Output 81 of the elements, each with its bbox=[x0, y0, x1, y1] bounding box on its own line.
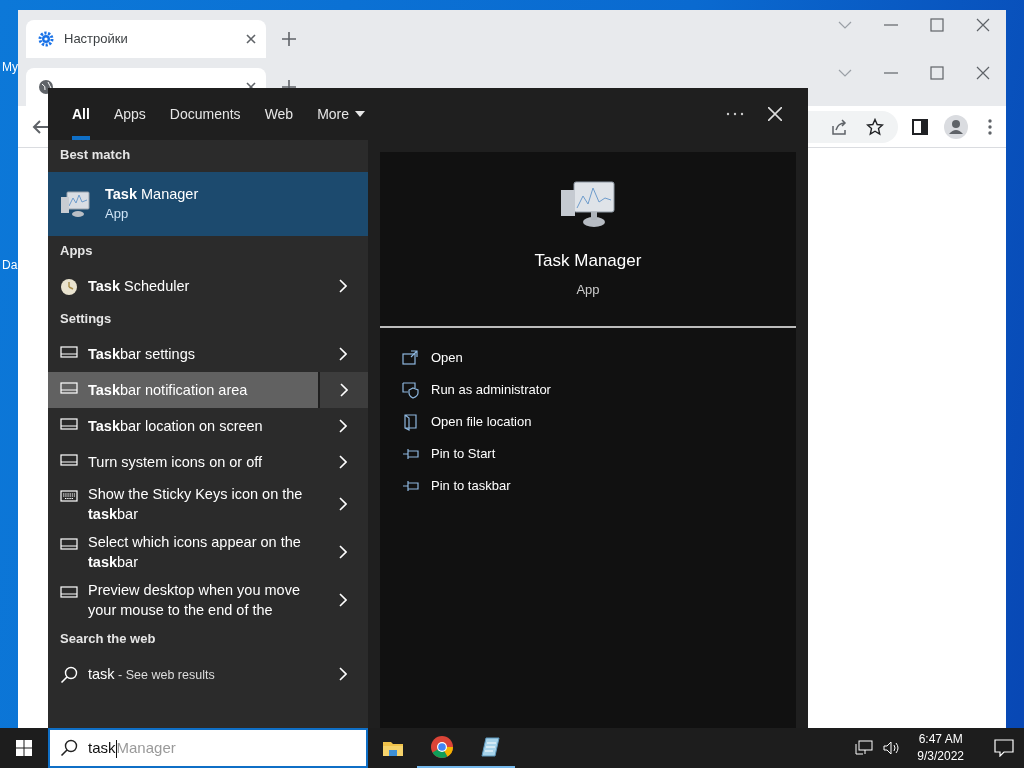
action-item[interactable]: Open bbox=[380, 342, 485, 374]
result-item[interactable]: Taskbar settings bbox=[48, 336, 368, 372]
section-heading: Settings bbox=[59, 309, 113, 328]
display-icon bbox=[60, 538, 78, 550]
display-icon bbox=[60, 586, 78, 598]
filter-tab[interactable]: Web bbox=[252, 88, 306, 140]
action-item[interactable]: Pin to Start bbox=[380, 438, 518, 470]
chevron-right-icon[interactable] bbox=[339, 545, 347, 559]
action-item[interactable]: Run as administrator bbox=[380, 374, 573, 406]
open-icon bbox=[402, 349, 419, 367]
close-icon[interactable] bbox=[246, 34, 256, 44]
result-title: Taskbar settings bbox=[88, 345, 195, 364]
share-icon[interactable] bbox=[830, 117, 848, 136]
result-title: Taskbar location on screen bbox=[88, 417, 263, 436]
profile-icon[interactable] bbox=[944, 114, 968, 139]
chevron-right-icon[interactable] bbox=[339, 497, 347, 511]
search-icon bbox=[60, 666, 78, 684]
keyboard-icon bbox=[60, 490, 78, 502]
clock[interactable]: 6:47 AM 9/3/2022 bbox=[911, 730, 970, 766]
filter-tab[interactable]: More bbox=[305, 88, 378, 140]
monitor-icon bbox=[59, 188, 91, 220]
clock-icon bbox=[60, 278, 78, 296]
display-icon bbox=[60, 382, 78, 394]
action-item[interactable]: Pin to taskbar bbox=[380, 470, 533, 502]
monitor-icon bbox=[558, 178, 618, 230]
display-icon bbox=[60, 454, 78, 466]
display-icon bbox=[60, 418, 78, 430]
filter-tab[interactable]: Documents bbox=[157, 88, 253, 140]
chevron-right-icon[interactable] bbox=[340, 383, 348, 397]
display-icon bbox=[60, 346, 78, 358]
filter-tab[interactable]: All bbox=[60, 88, 102, 140]
result-item[interactable]: Select which icons appear on the taskbar bbox=[48, 528, 368, 576]
desktop-icon-label[interactable]: Da bbox=[2, 256, 18, 274]
chevron-right-icon[interactable] bbox=[339, 347, 347, 361]
result-item[interactable]: Show the Sticky Keys icon on the taskbar bbox=[48, 480, 368, 528]
tab-title: Настройки bbox=[64, 30, 129, 49]
result-title: Taskbar notification area bbox=[88, 381, 248, 400]
more-options-icon[interactable] bbox=[726, 112, 744, 116]
section-heading: Search the web bbox=[59, 629, 157, 648]
section-heading: Apps bbox=[59, 241, 94, 260]
desktop-icon-label[interactable]: My bbox=[2, 58, 18, 76]
gear-icon bbox=[38, 31, 54, 47]
chevron-right-icon[interactable] bbox=[339, 667, 347, 681]
chevron-right-icon[interactable] bbox=[339, 455, 347, 469]
chevron-right-icon[interactable] bbox=[339, 419, 347, 433]
star-icon[interactable] bbox=[866, 117, 884, 136]
preview-title: Task Manager bbox=[534, 250, 642, 272]
result-title: Turn system icons on or off bbox=[88, 453, 263, 472]
result-title: Show the Sticky Keys icon on the taskbar bbox=[88, 485, 304, 524]
result-item[interactable]: Taskbar location on screen bbox=[48, 408, 368, 444]
search-field[interactable]: taskManager bbox=[48, 728, 368, 768]
section-heading: Best match bbox=[59, 145, 132, 164]
action-item[interactable]: Open file location bbox=[380, 406, 554, 438]
chevron-right-icon[interactable] bbox=[339, 279, 347, 293]
result-title: Task Scheduler bbox=[88, 277, 190, 296]
result-title: task - See web results bbox=[88, 664, 215, 684]
notepad-icon bbox=[478, 735, 503, 759]
preview-subtitle: App bbox=[576, 280, 600, 299]
search-icon bbox=[60, 739, 78, 757]
network-icon[interactable] bbox=[855, 740, 874, 756]
side-panel-icon[interactable] bbox=[912, 118, 928, 135]
shield-icon bbox=[402, 381, 419, 399]
result-title: Select which icons appear on the taskbar bbox=[88, 533, 302, 572]
windows-icon bbox=[16, 740, 32, 756]
volume-icon[interactable] bbox=[883, 740, 902, 756]
browser-icon bbox=[429, 735, 454, 759]
result-item[interactable]: Turn system icons on or off bbox=[48, 444, 368, 480]
back-arrow-icon[interactable] bbox=[32, 117, 50, 136]
chevron-right-icon[interactable] bbox=[339, 593, 347, 607]
folder-icon bbox=[402, 413, 419, 431]
result-item[interactable]: Task Scheduler bbox=[48, 268, 368, 304]
filter-tab[interactable]: Apps bbox=[101, 88, 158, 140]
browser-tab[interactable]: Настройки bbox=[26, 20, 266, 58]
menu-icon[interactable] bbox=[988, 118, 992, 135]
result-title: Task Manager bbox=[105, 185, 199, 205]
result-item[interactable]: task - See web results bbox=[48, 656, 368, 692]
result-item[interactable]: Preview desktop when you move your mouse to the end of the bbox=[48, 576, 368, 624]
result-subtitle: App bbox=[105, 205, 130, 224]
caret-icon bbox=[355, 111, 366, 117]
result-title: Preview desktop when you move your mouse to the end of the bbox=[88, 581, 301, 620]
notification-icon[interactable] bbox=[994, 739, 1014, 757]
